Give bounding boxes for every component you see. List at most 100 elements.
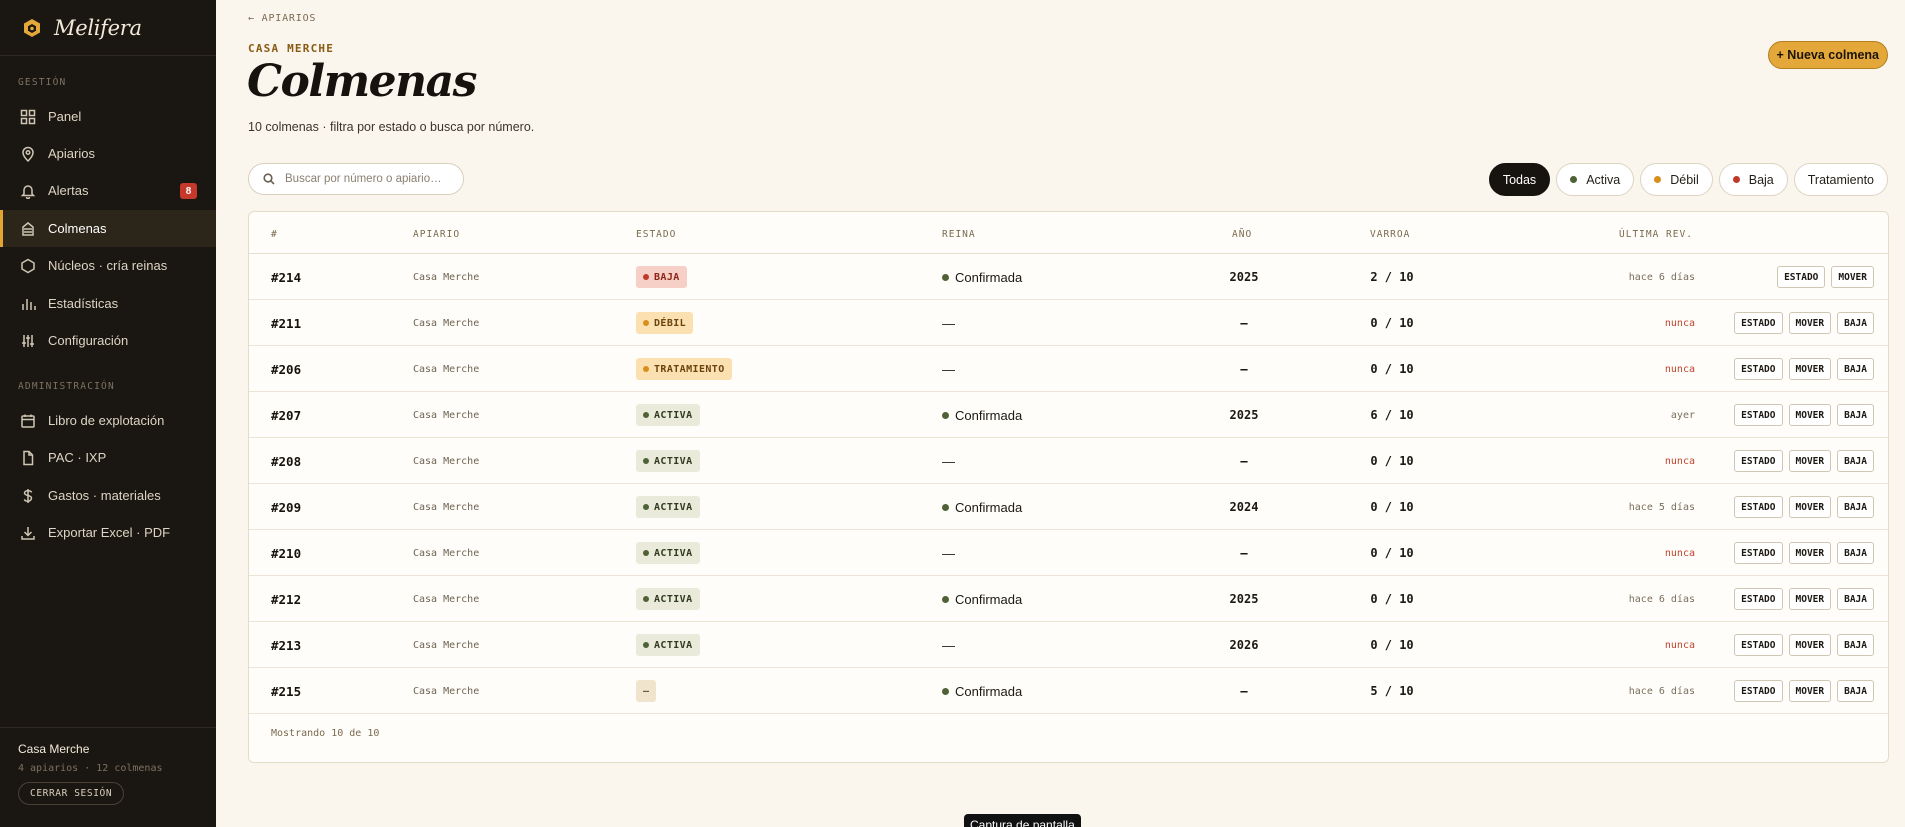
estado-button[interactable]: ESTADO	[1734, 588, 1783, 610]
col-ano[interactable]: AÑO	[1232, 229, 1252, 240]
baja-button[interactable]: BAJA	[1837, 450, 1874, 472]
table-row[interactable]: #207 Casa Merche ACTIVA Confirmada 2025 6 / 1…	[249, 392, 1888, 438]
table-row[interactable]: #211 Casa Merche DÉBIL — – 0 / 10 nunca ESTADO M…	[249, 300, 1888, 346]
hive-number[interactable]: #206	[271, 346, 301, 392]
estado-button[interactable]: ESTADO	[1734, 404, 1783, 426]
hive-last-review: hace 6 días	[1628, 593, 1695, 605]
status-dot-icon	[643, 458, 649, 464]
col-reina[interactable]: REINA	[942, 229, 976, 240]
estado-button[interactable]: ESTADO	[1734, 634, 1783, 656]
col-estado[interactable]: ESTADO	[636, 229, 676, 240]
hive-year: –	[1240, 546, 1248, 560]
filter-activa[interactable]: Activa	[1556, 163, 1635, 196]
sidebar-item-pac[interactable]: PAC · IXP	[0, 439, 216, 476]
mover-button[interactable]: MOVER	[1788, 312, 1832, 334]
table-row[interactable]: #214 Casa Merche BAJA Confirmada 2025 2 / 10 h…	[249, 254, 1888, 300]
status-badge: ACTIVA	[636, 542, 700, 564]
hive-number[interactable]: #213	[271, 622, 301, 668]
brand[interactable]: Melifera	[0, 0, 216, 56]
sidebar-item-exportar[interactable]: Exportar Excel · PDF	[0, 514, 216, 551]
hive-number[interactable]: #211	[271, 300, 301, 346]
table-row[interactable]: #212 Casa Merche ACTIVA Confirmada 2025 0 / 1…	[249, 576, 1888, 622]
search-box[interactable]	[248, 163, 464, 195]
hive-number[interactable]: #214	[271, 254, 301, 300]
mover-button[interactable]: MOVER	[1788, 680, 1832, 702]
estado-button[interactable]: ESTADO	[1734, 312, 1783, 334]
hive-number[interactable]: #210	[271, 530, 301, 576]
sidebar-item-panel[interactable]: Panel	[0, 98, 216, 135]
table-row[interactable]: #210 Casa Merche ACTIVA — – 0 / 10 nunca ESTADO…	[249, 530, 1888, 576]
hive-number[interactable]: #208	[271, 438, 301, 484]
baja-button[interactable]: BAJA	[1837, 358, 1874, 380]
baja-button[interactable]: BAJA	[1837, 404, 1874, 426]
row-actions: ESTADO MOVER BAJA	[1734, 576, 1874, 622]
mover-button[interactable]: MOVER	[1788, 588, 1832, 610]
hive-varroa: 2 / 10	[1370, 270, 1414, 284]
hive-number[interactable]: #212	[271, 576, 301, 622]
logout-button[interactable]: CERRAR SESIÓN	[18, 782, 125, 805]
baja-button[interactable]: BAJA	[1837, 542, 1874, 564]
col-apiario[interactable]: APIARIO	[413, 229, 460, 240]
status-dot-icon	[1654, 176, 1662, 183]
mover-button[interactable]: MOVER	[1831, 266, 1874, 288]
estado-button[interactable]: ESTADO	[1734, 450, 1783, 472]
sidebar-item-nucleos[interactable]: Núcleos · cría reinas	[0, 247, 216, 284]
estado-button[interactable]: ESTADO	[1777, 266, 1826, 288]
sidebar-item-configuracion[interactable]: Configuración	[0, 322, 216, 359]
table-row[interactable]: #208 Casa Merche ACTIVA — – 0 / 10 nunca ESTADO…	[249, 438, 1888, 484]
filter-debil[interactable]: Débil	[1640, 163, 1713, 196]
mover-button[interactable]: MOVER	[1788, 496, 1832, 518]
col-varroa[interactable]: VARROA	[1370, 229, 1410, 240]
hive-number[interactable]: #209	[271, 484, 301, 530]
estado-button[interactable]: ESTADO	[1734, 496, 1783, 518]
mover-button[interactable]: MOVER	[1788, 634, 1832, 656]
queen-dot-icon	[942, 687, 949, 695]
search-input[interactable]	[285, 173, 455, 185]
new-hive-button[interactable]: + Nueva colmena	[1767, 41, 1888, 69]
sidebar-item-apiarios[interactable]: Apiarios	[0, 135, 216, 172]
sidebar-item-gastos[interactable]: Gastos · materiales	[0, 477, 216, 514]
baja-button[interactable]: BAJA	[1837, 588, 1874, 610]
status-label: ACTIVA	[654, 639, 693, 651]
baja-button[interactable]: BAJA	[1837, 680, 1874, 702]
baja-button[interactable]: BAJA	[1837, 634, 1874, 656]
status-label: ACTIVA	[654, 593, 693, 605]
sidebar-item-colmenas[interactable]: Colmenas	[0, 210, 216, 247]
filter-tratamiento[interactable]: Tratamiento	[1793, 163, 1888, 196]
sidebar-item-libro[interactable]: Libro de explotación	[0, 402, 216, 439]
baja-button[interactable]: BAJA	[1837, 312, 1874, 334]
status-dot-icon	[643, 274, 649, 280]
baja-button[interactable]: BAJA	[1837, 496, 1874, 518]
hive-varroa: 0 / 10	[1370, 546, 1414, 560]
row-actions: ESTADO MOVER BAJA	[1734, 346, 1874, 392]
estado-button[interactable]: ESTADO	[1734, 542, 1783, 564]
table-row[interactable]: #215 Casa Merche — Confirmada – 5 / 10 hace 6 …	[249, 668, 1888, 714]
filter-baja[interactable]: Baja	[1718, 163, 1788, 196]
table-row[interactable]: #209 Casa Merche ACTIVA Confirmada 2024 0 / 1…	[249, 484, 1888, 530]
filter-todas[interactable]: Todas	[1488, 163, 1551, 196]
col-ultima-rev[interactable]: ÚLTIMA REV.	[1619, 229, 1693, 240]
mover-button[interactable]: MOVER	[1788, 542, 1832, 564]
estado-button[interactable]: ESTADO	[1734, 358, 1783, 380]
table-row[interactable]: #213 Casa Merche ACTIVA — 2026 0 / 10 nunca EST…	[249, 622, 1888, 668]
sidebar-item-alertas[interactable]: Alertas 8	[0, 172, 216, 209]
back-link[interactable]: ← APIARIOS	[248, 13, 316, 24]
status-label: —	[643, 685, 650, 697]
col-num[interactable]: #	[271, 229, 278, 240]
mover-button[interactable]: MOVER	[1788, 404, 1832, 426]
estado-button[interactable]: ESTADO	[1734, 680, 1783, 702]
status-badge: —	[636, 680, 657, 702]
hive-number[interactable]: #207	[271, 392, 301, 438]
table-row[interactable]: #206 Casa Merche TRATAMIENTO — – 0 / 10 nunca E…	[249, 346, 1888, 392]
mover-button[interactable]: MOVER	[1788, 450, 1832, 472]
queen-dot-icon	[942, 503, 949, 511]
hive-number[interactable]: #215	[271, 668, 301, 714]
hive-queen: Confirmada	[942, 484, 1022, 530]
hive-varroa: 6 / 10	[1370, 408, 1414, 422]
status-dot-icon	[1570, 176, 1578, 183]
status-dot-icon	[1732, 176, 1740, 183]
page-eyebrow: CASA MERCHE	[248, 42, 335, 55]
row-actions: ESTADO MOVER	[1777, 254, 1874, 300]
sidebar-item-estadisticas[interactable]: Estadísticas	[0, 285, 216, 322]
mover-button[interactable]: MOVER	[1788, 358, 1832, 380]
